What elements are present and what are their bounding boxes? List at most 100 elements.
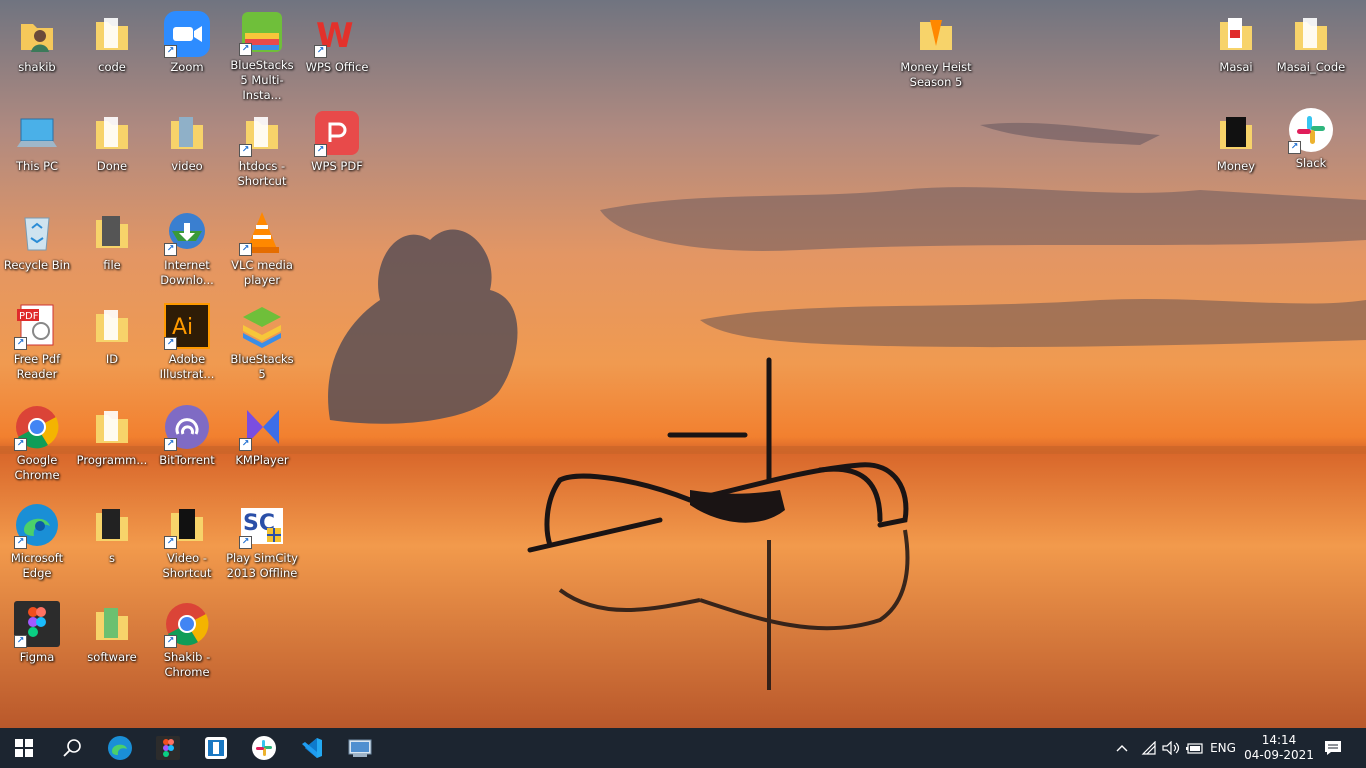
icon-label: Programm...	[76, 453, 148, 467]
desktop-icon[interactable]: This PC	[0, 109, 74, 174]
search-button[interactable]	[48, 728, 96, 768]
desktop-icon[interactable]: ↗ htdocs - Shortcut	[225, 109, 299, 189]
desktop-icon[interactable]: ↗ KMPlayer	[225, 403, 299, 468]
shortcut-arrow-icon: ↗	[239, 144, 252, 157]
edge-icon	[108, 736, 132, 760]
tray-show-hidden[interactable]	[1112, 728, 1132, 768]
tray-network[interactable]	[1138, 728, 1160, 768]
desktop-icon[interactable]: Ai ↗ Adobe Illustrat...	[150, 302, 224, 382]
shortcut-arrow-icon: ↗	[164, 243, 177, 256]
desktop-icon[interactable]: ↗ Google Chrome	[0, 403, 74, 483]
desktop-icon[interactable]: Recycle Bin	[0, 208, 74, 273]
bluestacks-icon	[238, 302, 286, 350]
desktop-icon[interactable]: Money Heist Season 5	[899, 10, 973, 90]
notification-icon	[1325, 741, 1341, 755]
figma-icon	[156, 736, 180, 760]
desktop-icon[interactable]: shakib	[0, 10, 74, 75]
folder-icon	[88, 501, 136, 549]
shortcut-arrow-icon: ↗	[164, 337, 177, 350]
taskbar-figma[interactable]	[144, 728, 192, 768]
taskbar-edge[interactable]	[96, 728, 144, 768]
illustrator-icon: Ai ↗	[163, 302, 211, 350]
icon-label: Play SimCity 2013 Offline	[226, 551, 298, 580]
desktop-icon[interactable]: Masai_Code	[1274, 10, 1348, 75]
shortcut-arrow-icon: ↗	[164, 438, 177, 451]
bittorrent-icon: ↗	[163, 403, 211, 451]
shortcut-arrow-icon: ↗	[164, 536, 177, 549]
desktop-icon[interactable]: file	[75, 208, 149, 273]
desktop-icon[interactable]: Programm...	[75, 403, 149, 468]
desktop-icon[interactable]: ↗ VLC media player	[225, 208, 299, 288]
desktop[interactable]: shakib This PC Recycle Bin PDF ↗ Free Pd…	[0, 0, 1366, 728]
kmplayer-icon: ↗	[238, 403, 286, 451]
chrome-icon: ↗	[13, 403, 61, 451]
desktop-icon[interactable]: ↗ BlueStacks 5 Multi-Insta...	[225, 8, 299, 103]
shortcut-arrow-icon: ↗	[14, 438, 27, 451]
tray-battery[interactable]	[1184, 728, 1206, 768]
taskbar-vscode[interactable]	[288, 728, 336, 768]
desktop-icon[interactable]: Money	[1199, 109, 1273, 174]
taskbar: ENG 14:14 04-09-2021	[0, 728, 1366, 768]
icon-label: Masai	[1219, 60, 1253, 74]
icon-label: Money Heist Season 5	[900, 60, 972, 89]
tray-volume[interactable]	[1160, 728, 1182, 768]
icon-label: Money	[1216, 159, 1256, 173]
desktop-icon[interactable]: ↗ Video - Shortcut	[150, 501, 224, 581]
desktop-icon[interactable]: ID	[75, 302, 149, 367]
shortcut-arrow-icon: ↗	[164, 45, 177, 58]
tray-language[interactable]: ENG	[1208, 728, 1238, 768]
bluestacks-multi-icon: ↗	[238, 8, 286, 56]
taskbar-slack[interactable]	[240, 728, 288, 768]
windows-start-icon	[15, 739, 33, 757]
desktop-icon[interactable]: ↗ Slack	[1274, 106, 1348, 171]
icon-label: Slack	[1295, 156, 1327, 170]
desktop-icon[interactable]: video	[150, 109, 224, 174]
taskbar-app[interactable]	[192, 728, 240, 768]
desktop-icon[interactable]: ↗ Microsoft Edge	[0, 501, 74, 581]
desktop-icon[interactable]: s	[75, 501, 149, 566]
icon-label: WPS PDF	[311, 159, 363, 173]
vlc-icon: ↗	[238, 208, 286, 256]
folder-icon	[88, 302, 136, 350]
desktop-icon[interactable]: SC ↗ Play SimCity 2013 Offline	[225, 501, 299, 581]
desktop-icon[interactable]: ↗ BitTorrent	[150, 403, 224, 468]
desktop-icon[interactable]: Masai	[1199, 10, 1273, 75]
recycle-bin-icon	[13, 208, 61, 256]
desktop-icon[interactable]: ↗ Zoom	[150, 10, 224, 75]
desktop-icon[interactable]: W ↗ WPS Office	[300, 10, 374, 75]
desktop-icon[interactable]: ↗ Internet Downlo...	[150, 208, 224, 288]
shortcut-arrow-icon: ↗	[14, 536, 27, 549]
desktop-icon[interactable]: PDF ↗ Free Pdf Reader	[0, 302, 74, 382]
slack-icon: ↗	[1287, 106, 1335, 154]
edge-icon: ↗	[13, 501, 61, 549]
volume-icon	[1162, 741, 1180, 755]
desktop-icon[interactable]: ↗ WPS PDF	[300, 109, 374, 174]
battery-icon	[1186, 743, 1203, 754]
desktop-icon[interactable]: Done	[75, 109, 149, 174]
icon-label: Shakib - Chrome	[163, 650, 211, 679]
icon-label: Masai_Code	[1276, 60, 1346, 74]
vscode-icon	[302, 738, 322, 758]
folder-icon	[88, 208, 136, 256]
tray-clock[interactable]: 14:14 04-09-2021	[1240, 728, 1318, 768]
taskbar-control-panel[interactable]	[336, 728, 384, 768]
desktop-icon[interactable]: ↗ Figma	[0, 600, 74, 665]
folder-icon	[912, 10, 960, 58]
icon-label: code	[98, 60, 126, 74]
action-center-button[interactable]	[1316, 728, 1350, 768]
icon-label: file	[103, 258, 121, 272]
desktop-icon[interactable]: ↗ Shakib - Chrome	[150, 600, 224, 680]
icon-label: Google Chrome	[14, 453, 60, 482]
icon-label: BlueStacks 5	[230, 352, 294, 381]
icon-label: Adobe Illustrat...	[159, 352, 215, 381]
shortcut-arrow-icon: ↗	[314, 45, 327, 58]
desktop-icon[interactable]: BlueStacks 5	[225, 302, 299, 382]
svg-text:PDF: PDF	[19, 311, 39, 322]
icon-label: Video - Shortcut	[162, 551, 212, 580]
wifi-icon	[1141, 741, 1156, 755]
clock-time: 14:14	[1261, 733, 1297, 747]
desktop-icon[interactable]: software	[75, 600, 149, 665]
idm-icon: ↗	[163, 208, 211, 256]
desktop-icon[interactable]: code	[75, 10, 149, 75]
start-button[interactable]	[0, 728, 48, 768]
